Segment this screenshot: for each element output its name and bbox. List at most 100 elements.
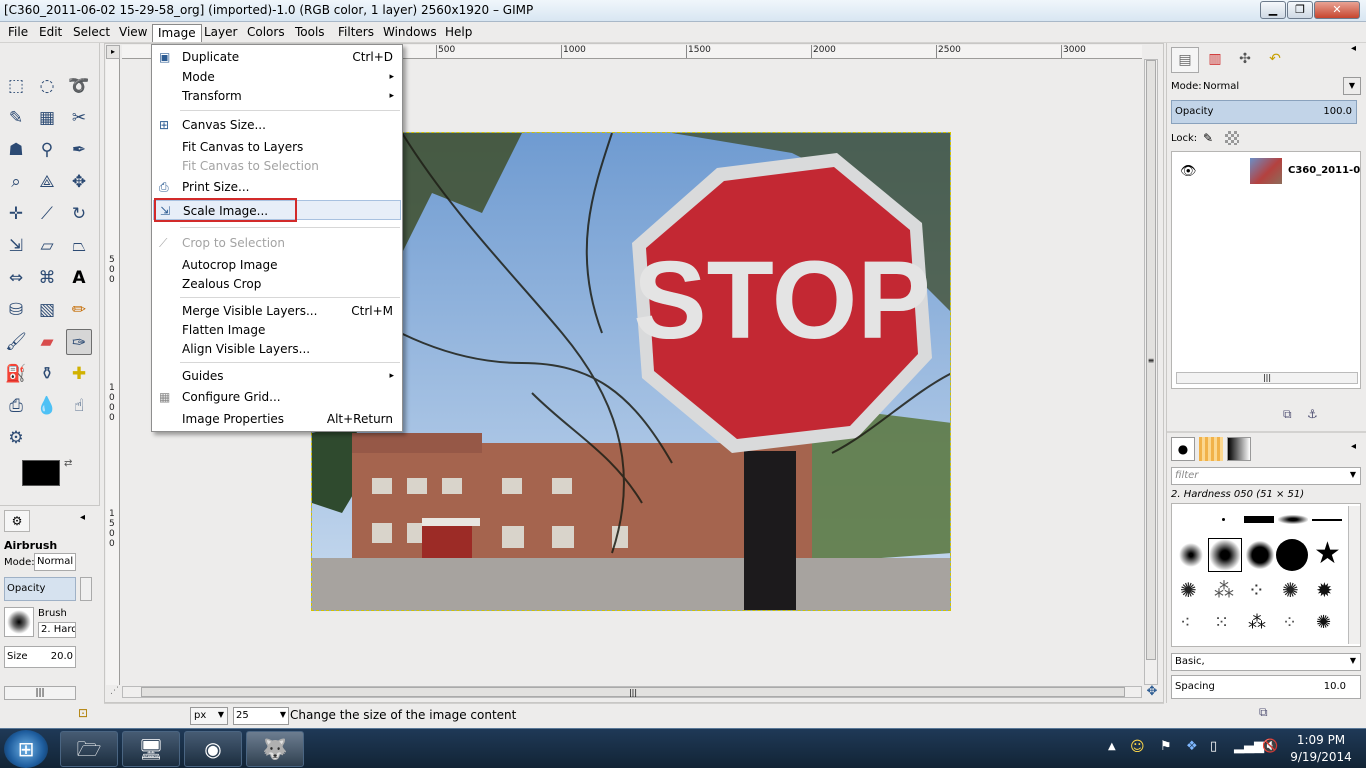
lock-alpha-icon[interactable]	[1225, 131, 1239, 145]
menu-edit[interactable]: Edit	[34, 24, 67, 42]
ellipse-select-icon[interactable]: ◌	[34, 73, 60, 99]
paths-tab-icon[interactable]: ✣	[1231, 47, 1259, 73]
options-scrollbar[interactable]	[80, 577, 92, 601]
menu-image[interactable]: Image	[152, 24, 202, 42]
blur-icon[interactable]: 💧	[34, 393, 60, 419]
menu-item-merge-visible[interactable]: Merge Visible Layers... Ctrl+M	[153, 301, 401, 321]
paintbrush-icon[interactable]: 🖌	[3, 329, 29, 355]
channels-tab-icon[interactable]: ▥	[1201, 47, 1229, 73]
close-button[interactable]: ✕	[1314, 1, 1360, 19]
menu-item-print-size[interactable]: ⎙ Print Size...	[153, 177, 401, 197]
brush-item[interactable]	[1244, 516, 1274, 523]
menu-item-zealous-crop[interactable]: Zealous Crop	[153, 274, 401, 294]
menu-item-image-properties[interactable]: Image Properties Alt+Return	[153, 409, 401, 429]
menu-item-align-layers[interactable]: Align Visible Layers...	[153, 339, 401, 359]
zoom-icon[interactable]: ⌕	[3, 169, 29, 195]
star-brush-icon[interactable]: ★	[1314, 537, 1341, 571]
maximize-button[interactable]: ❐	[1287, 1, 1313, 19]
menu-item-fit-canvas-layers[interactable]: Fit Canvas to Layers	[153, 137, 401, 157]
crop-icon[interactable]: ⟋	[34, 201, 60, 227]
heal-icon[interactable]: ✚	[66, 361, 92, 387]
action-center-icon[interactable]: ⚑	[1160, 739, 1172, 754]
start-button[interactable]: ⊞	[4, 730, 48, 768]
spacing-slider[interactable]: Spacing 10.0	[1171, 675, 1361, 699]
swap-colors-icon[interactable]: ⇄	[64, 458, 72, 469]
brush-item[interactable]: ⁙	[1214, 612, 1229, 633]
menu-filters[interactable]: Filters	[333, 24, 379, 42]
smudge-icon[interactable]: ☝	[66, 393, 92, 419]
align-icon[interactable]: ✛	[3, 201, 29, 227]
brush-preview[interactable]	[4, 607, 34, 637]
lock-pixels-icon[interactable]: ✎	[1203, 131, 1213, 145]
restore-options-icon[interactable]: ⊡	[78, 706, 88, 720]
color-select-icon[interactable]: ▦	[34, 105, 60, 131]
menu-colors[interactable]: Colors	[242, 24, 290, 42]
menu-windows[interactable]: Windows	[378, 24, 442, 42]
brush-item[interactable]	[1312, 519, 1342, 521]
network-icon[interactable]: ▂▄▆	[1234, 739, 1264, 754]
quick-mask-icon[interactable]: ▸	[106, 45, 120, 59]
tray-app-icon[interactable]: ☺	[1130, 739, 1145, 755]
clone-icon[interactable]: ⚱	[34, 361, 60, 387]
menu-item-autocrop[interactable]: Autocrop Image	[153, 255, 401, 275]
show-hidden-icons[interactable]: ▲	[1108, 741, 1116, 752]
gimp-taskbar-icon[interactable]: 🐺	[246, 731, 304, 767]
computer-taskbar-icon[interactable]: 🖥	[122, 731, 180, 767]
minimize-button[interactable]: ▁	[1260, 1, 1286, 19]
battery-icon[interactable]: ▯	[1210, 739, 1217, 754]
measure-icon[interactable]: ⟁	[34, 169, 60, 195]
dropbox-icon[interactable]: ❖	[1186, 739, 1198, 754]
brush-item-selected[interactable]	[1208, 538, 1242, 572]
menu-select[interactable]: Select	[68, 24, 115, 42]
brush-item[interactable]	[1222, 518, 1225, 521]
brush-item[interactable]: ⁘	[1282, 612, 1297, 633]
anchor-layer-icon[interactable]: ⚓	[1307, 407, 1318, 421]
rotate-icon[interactable]: ↻	[66, 201, 92, 227]
text-tool-icon[interactable]: A	[66, 265, 92, 291]
options-hscrollbar[interactable]: |||	[4, 686, 76, 700]
shear-icon[interactable]: ▱	[34, 233, 60, 259]
brush-item[interactable]	[1276, 539, 1308, 571]
perspective-icon[interactable]: ⏢	[66, 233, 92, 259]
undo-tab-icon[interactable]: ↶	[1261, 47, 1289, 73]
menu-tools[interactable]: Tools	[290, 24, 330, 42]
rect-select-icon[interactable]: ⬚	[3, 73, 29, 99]
cage-icon[interactable]: ⌘	[34, 265, 60, 291]
color-picker-icon[interactable]: ✒	[66, 137, 92, 163]
brush-name-field[interactable]: 2. Hardn	[38, 622, 76, 638]
chrome-taskbar-icon[interactable]: ◉	[184, 731, 242, 767]
menu-item-guides[interactable]: Guides ▸	[153, 366, 401, 386]
brush-item[interactable]	[1246, 541, 1274, 569]
gradients-tab-icon[interactable]	[1227, 437, 1251, 461]
menu-view[interactable]: View	[114, 24, 152, 42]
brush-item[interactable]: ✺	[1180, 578, 1197, 602]
layers-hscrollbar[interactable]: |||	[1176, 372, 1358, 384]
menu-item-mode[interactable]: Mode ▸	[153, 67, 401, 87]
lasso-icon[interactable]: ➰	[66, 73, 92, 99]
panel-menu-icon[interactable]: ◂	[80, 512, 85, 523]
pencil-icon[interactable]: ✏	[66, 297, 92, 323]
panel-menu-icon[interactable]: ◂	[1351, 43, 1356, 54]
dodge-burn-icon[interactable]: ⚙	[3, 425, 29, 451]
blend-icon[interactable]: ▧	[34, 297, 60, 323]
patterns-tab-icon[interactable]	[1199, 437, 1223, 461]
explorer-taskbar-icon[interactable]: 🗁	[60, 731, 118, 767]
layer-row[interactable]: 👁 C360_2011-06-(	[1172, 156, 1360, 188]
airbrush-icon[interactable]: ✑	[66, 329, 92, 355]
brush-item[interactable]: ⁖	[1180, 612, 1191, 633]
canvas-hscrollbar[interactable]: |||	[122, 686, 1142, 698]
unit-select[interactable]: px ▼	[190, 707, 228, 725]
tool-options-tab-icon[interactable]: ⚙	[4, 510, 30, 532]
canvas-vscrollbar[interactable]: ≡	[1144, 59, 1158, 685]
navigate-icon[interactable]: ✥	[1145, 685, 1159, 699]
brush-item[interactable]: ✹	[1316, 578, 1333, 602]
flip-icon[interactable]: ⇔	[3, 265, 29, 291]
eraser-icon[interactable]: ▰	[34, 329, 60, 355]
panel-menu-icon[interactable]: ◂	[1351, 441, 1356, 452]
fuzzy-select-icon[interactable]: ✎	[3, 105, 29, 131]
bucket-fill-icon[interactable]: ⛁	[3, 297, 29, 323]
brush-item[interactable]	[1278, 515, 1308, 524]
layer-opacity-slider[interactable]: Opacity 100.0	[1171, 100, 1357, 124]
eye-icon[interactable]: 👁	[1180, 164, 1197, 179]
scissors-icon[interactable]: ✂	[66, 105, 92, 131]
